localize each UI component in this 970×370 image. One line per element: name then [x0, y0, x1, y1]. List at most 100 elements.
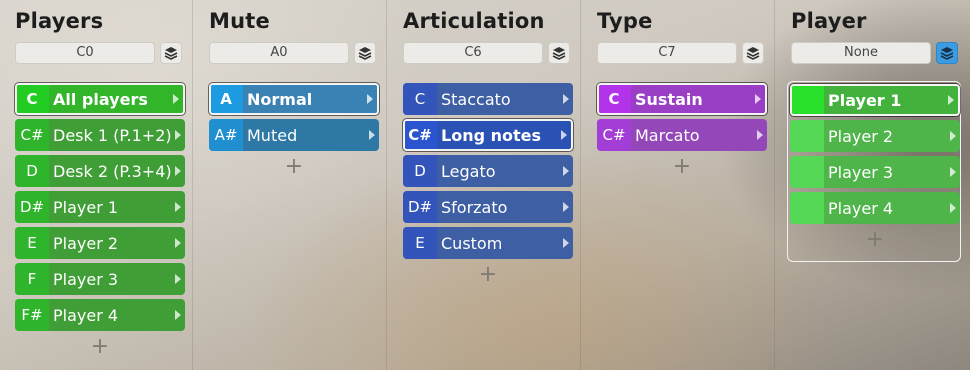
item-label: Player 1	[53, 197, 119, 217]
item-label: Sustain	[635, 89, 703, 109]
trigger-note-field[interactable]: C6	[403, 42, 543, 64]
list-item[interactable]: D Legato	[403, 155, 573, 187]
item-label: Staccato	[441, 89, 511, 109]
item-label: Long notes	[441, 125, 542, 145]
item-label: Desk 1 (P.1+2)	[53, 125, 172, 145]
trigger-note-field[interactable]: A0	[209, 42, 349, 64]
item-list: A Normal A# Muted +	[209, 83, 379, 183]
column-title: Mute	[209, 9, 270, 33]
item-list: Player 1 Player 2 Player 3 Player 4 +	[790, 84, 960, 256]
item-label: Player 3	[828, 162, 894, 182]
chevron-right-icon[interactable]	[367, 94, 373, 104]
column-title: Player	[791, 9, 867, 33]
list-item[interactable]: C# Marcato	[597, 119, 767, 151]
column-articulation: Articulation C6 C Staccato C# Long notes D…	[388, 0, 581, 370]
chevron-right-icon[interactable]	[173, 94, 179, 104]
key-label	[790, 192, 824, 224]
list-item[interactable]: C Sustain	[597, 83, 767, 115]
layers-icon	[940, 47, 954, 60]
chevron-right-icon[interactable]	[948, 95, 954, 105]
chevron-right-icon[interactable]	[757, 130, 763, 140]
item-list: C Staccato C# Long notes D Legato D# Sforzat…	[403, 83, 573, 291]
layers-icon	[358, 47, 372, 60]
column-title: Players	[15, 9, 104, 33]
key-label: F	[15, 263, 49, 295]
item-label: Player 1	[828, 90, 902, 110]
chevron-right-icon[interactable]	[950, 131, 956, 141]
plus-icon[interactable]: +	[597, 155, 767, 183]
chevron-right-icon[interactable]	[561, 130, 567, 140]
list-item[interactable]: C Staccato	[403, 83, 573, 115]
list-item[interactable]: D Desk 2 (P.3+4)	[15, 155, 185, 187]
chevron-right-icon[interactable]	[175, 202, 181, 212]
column-title: Articulation	[403, 9, 545, 33]
key-label	[790, 120, 824, 152]
layers-button[interactable]	[548, 42, 570, 64]
item-label: Desk 2 (P.3+4)	[53, 161, 172, 181]
key-label: C	[403, 83, 437, 115]
key-label: E	[403, 227, 437, 259]
list-item[interactable]: Player 4	[790, 192, 960, 224]
key-label: C#	[597, 119, 631, 151]
list-item[interactable]: F# Player 4	[15, 299, 185, 331]
layers-button[interactable]	[936, 42, 958, 64]
item-label: Legato	[441, 161, 496, 181]
list-item[interactable]: A Normal	[209, 83, 379, 115]
column-players: Players C0 C All players C# Desk 1 (P.1+2)…	[0, 0, 193, 370]
item-label: Player 2	[53, 233, 119, 253]
layers-icon	[746, 47, 760, 60]
item-label: Sforzato	[441, 197, 508, 217]
trigger-note-field[interactable]: None	[791, 42, 931, 64]
plus-icon[interactable]: +	[790, 228, 960, 256]
chevron-right-icon[interactable]	[175, 310, 181, 320]
list-item[interactable]: Player 2	[790, 120, 960, 152]
key-label: C	[17, 85, 49, 113]
list-item[interactable]: Player 1	[790, 84, 960, 116]
chevron-right-icon[interactable]	[369, 130, 375, 140]
layers-button[interactable]	[160, 42, 182, 64]
trigger-note-field[interactable]: C7	[597, 42, 737, 64]
layers-button[interactable]	[742, 42, 764, 64]
plus-icon[interactable]: +	[403, 263, 573, 291]
item-label: All players	[53, 89, 148, 109]
key-label: D	[403, 155, 437, 187]
item-label: Player 3	[53, 269, 119, 289]
key-label: C#	[15, 119, 49, 151]
item-label: Custom	[441, 233, 503, 253]
list-item[interactable]: A# Muted	[209, 119, 379, 151]
trigger-note-field[interactable]: C0	[15, 42, 155, 64]
key-label: A#	[209, 119, 243, 151]
chevron-right-icon[interactable]	[563, 202, 569, 212]
chevron-right-icon[interactable]	[175, 166, 181, 176]
list-item[interactable]: E Custom	[403, 227, 573, 259]
item-label: Player 4	[828, 198, 894, 218]
item-list: C Sustain C# Marcato +	[597, 83, 767, 183]
chevron-right-icon[interactable]	[563, 166, 569, 176]
chevron-right-icon[interactable]	[950, 167, 956, 177]
chevron-right-icon[interactable]	[175, 130, 181, 140]
chevron-right-icon[interactable]	[563, 94, 569, 104]
key-label: D#	[403, 191, 437, 223]
column-type: Type C7 C Sustain C# Marcato +	[582, 0, 775, 370]
plus-icon[interactable]: +	[209, 155, 379, 183]
item-label: Player 4	[53, 305, 119, 325]
layers-button[interactable]	[354, 42, 376, 64]
key-label: E	[15, 227, 49, 259]
item-label: Player 2	[828, 126, 894, 146]
key-label	[790, 156, 824, 188]
chevron-right-icon[interactable]	[563, 238, 569, 248]
chevron-right-icon[interactable]	[755, 94, 761, 104]
list-item[interactable]: D# Sforzato	[403, 191, 573, 223]
list-item[interactable]: E Player 2	[15, 227, 185, 259]
list-item[interactable]: C# Desk 1 (P.1+2)	[15, 119, 185, 151]
chevron-right-icon[interactable]	[175, 274, 181, 284]
list-item[interactable]: D# Player 1	[15, 191, 185, 223]
chevron-right-icon[interactable]	[950, 203, 956, 213]
list-item[interactable]: F Player 3	[15, 263, 185, 295]
key-label	[792, 86, 824, 114]
plus-icon[interactable]: +	[15, 335, 185, 363]
list-item[interactable]: C All players	[15, 83, 185, 115]
chevron-right-icon[interactable]	[175, 238, 181, 248]
list-item[interactable]: C# Long notes	[403, 119, 573, 151]
list-item[interactable]: Player 3	[790, 156, 960, 188]
